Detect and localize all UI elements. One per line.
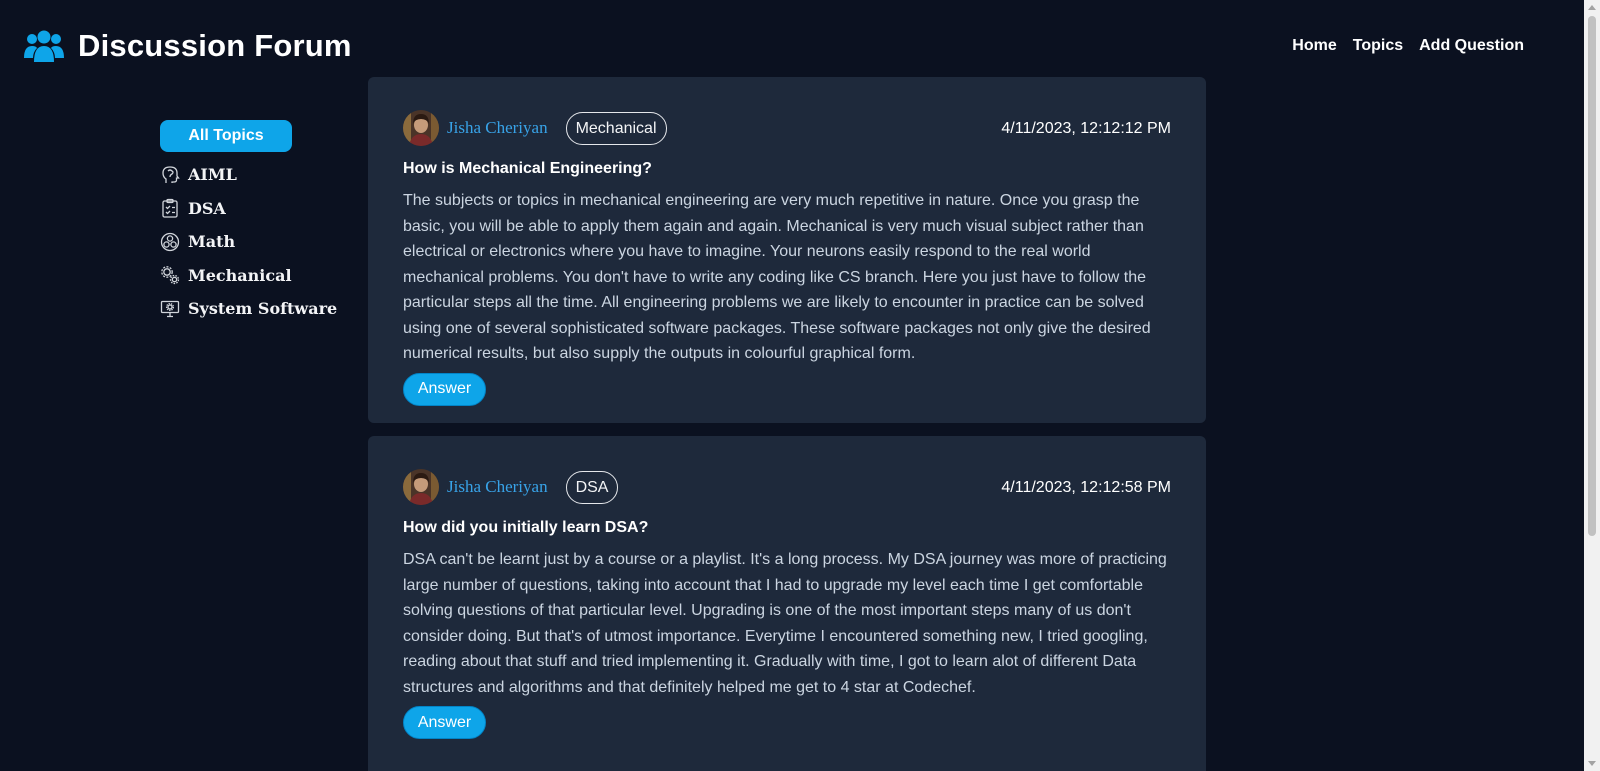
topic-label: Math bbox=[188, 232, 236, 252]
question-timestamp: 4/11/2023, 12:12:58 PM bbox=[1001, 479, 1171, 496]
question-title: How is Mechanical Engineering? bbox=[403, 160, 652, 177]
question-body: The subjects or topics in mechanical eng… bbox=[403, 192, 1151, 362]
scrollbar-thumb[interactable] bbox=[1588, 16, 1596, 536]
topic-tag[interactable]: DSA bbox=[565, 470, 619, 504]
topic-tag[interactable]: Mechanical bbox=[565, 111, 667, 145]
scroll-up-icon[interactable] bbox=[1588, 5, 1596, 10]
clipboard-icon bbox=[160, 198, 180, 218]
question-header: Jisha Cheriyan DSA 4/11/2023, 12:12:58 P… bbox=[403, 469, 1171, 505]
nav-home-link[interactable]: Home bbox=[1292, 37, 1336, 55]
topic-item-system-software[interactable]: System Software bbox=[160, 292, 350, 326]
all-topics-button[interactable]: All Topics bbox=[160, 120, 292, 152]
question-timestamp: 4/11/2023, 12:12:12 PM bbox=[1001, 120, 1171, 137]
topic-label: DSA bbox=[188, 198, 226, 218]
monitor-gear-icon bbox=[160, 299, 180, 319]
question-card: Jisha Cheriyan DSA 4/11/2023, 12:12:58 P… bbox=[368, 436, 1206, 771]
atom-icon bbox=[160, 232, 180, 252]
question-body: DSA can't be learnt just by a course or … bbox=[403, 551, 1167, 696]
brain-icon bbox=[160, 165, 180, 185]
avatar[interactable] bbox=[403, 469, 439, 505]
logo[interactable]: Discussion Forum bbox=[24, 28, 352, 64]
header: Discussion Forum Home Topics Add Questio… bbox=[0, 0, 1584, 76]
page-scrollbar[interactable] bbox=[1584, 0, 1600, 771]
gears-icon bbox=[160, 265, 180, 285]
topic-list: AIML DSA Math Mechanical System Software bbox=[160, 158, 350, 326]
answer-button[interactable]: Answer bbox=[403, 706, 486, 739]
topic-item-math[interactable]: Math bbox=[160, 225, 350, 259]
topic-item-dsa[interactable]: DSA bbox=[160, 192, 350, 226]
question-title: How did you initially learn DSA? bbox=[403, 519, 649, 536]
scroll-down-icon[interactable] bbox=[1588, 761, 1596, 766]
answer-button[interactable]: Answer bbox=[403, 372, 486, 406]
question-card: Jisha Cheriyan Mechanical 4/11/2023, 12:… bbox=[368, 77, 1206, 423]
main-nav: Home Topics Add Question bbox=[1292, 37, 1524, 55]
topic-label: System Software bbox=[188, 299, 338, 319]
question-header: Jisha Cheriyan Mechanical 4/11/2023, 12:… bbox=[403, 110, 1171, 146]
topic-label: Mechanical bbox=[188, 265, 292, 285]
site-title: Discussion Forum bbox=[78, 28, 352, 63]
avatar[interactable] bbox=[403, 110, 439, 146]
nav-add-question-link[interactable]: Add Question bbox=[1419, 37, 1524, 55]
nav-topics-link[interactable]: Topics bbox=[1353, 37, 1403, 55]
topic-label: AIML bbox=[188, 165, 237, 185]
author-link[interactable]: Jisha Cheriyan bbox=[447, 477, 548, 497]
users-icon bbox=[24, 28, 64, 64]
topic-item-aiml[interactable]: AIML bbox=[160, 158, 350, 192]
author-link[interactable]: Jisha Cheriyan bbox=[447, 118, 548, 138]
topics-sidebar: All Topics AIML DSA Math Mechanical Syst… bbox=[160, 120, 350, 326]
topic-item-mechanical[interactable]: Mechanical bbox=[160, 259, 350, 293]
